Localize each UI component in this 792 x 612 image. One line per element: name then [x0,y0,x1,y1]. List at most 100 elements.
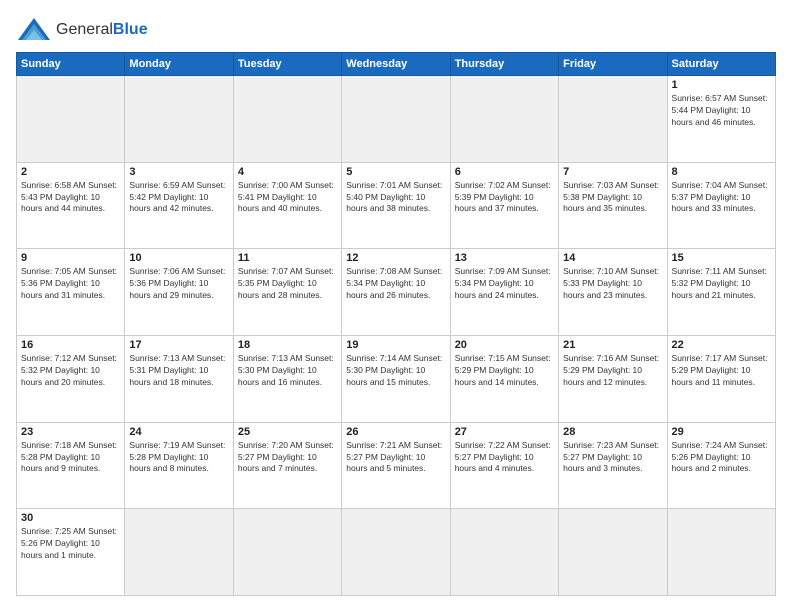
week-row: 30 Sunrise: 7:25 AM Sunset: 5:26 PM Dayli… [17,509,776,596]
calendar-cell [342,509,450,596]
day-number: 12 [346,252,445,264]
header-wednesday: Wednesday [342,53,450,76]
day-info: Sunrise: 6:59 AM Sunset: 5:42 PM Dayligh… [129,180,228,216]
week-row: 9Sunrise: 7:05 AM Sunset: 5:36 PM Daylig… [17,249,776,336]
calendar-cell: 22Sunrise: 7:17 AM Sunset: 5:29 PM Dayli… [667,335,775,422]
logo: GeneralBlue [16,16,148,44]
week-row: 2 Sunrise: 6:58 AM Sunset: 5:43 PM Daylig… [17,162,776,249]
calendar-cell: 15Sunrise: 7:11 AM Sunset: 5:32 PM Dayli… [667,249,775,336]
header-sunday: Sunday [17,53,125,76]
calendar-cell: 10Sunrise: 7:06 AM Sunset: 5:36 PM Dayli… [125,249,233,336]
day-number: 28 [563,426,662,438]
calendar: Sunday Monday Tuesday Wednesday Thursday… [16,52,776,596]
day-info: Sunrise: 7:08 AM Sunset: 5:34 PM Dayligh… [346,266,445,302]
day-number: 8 [672,166,771,178]
header-thursday: Thursday [450,53,558,76]
calendar-cell [342,76,450,163]
calendar-cell: 11Sunrise: 7:07 AM Sunset: 5:35 PM Dayli… [233,249,341,336]
calendar-cell: 17 Sunrise: 7:13 AM Sunset: 5:31 PM Dayli… [125,335,233,422]
day-info: Sunrise: 7:23 AM Sunset: 5:27 PM Dayligh… [563,440,662,476]
day-info: Sunrise: 7:22 AM Sunset: 5:27 PM Dayligh… [455,440,554,476]
calendar-cell: 28 Sunrise: 7:23 AM Sunset: 5:27 PM Dayli… [559,422,667,509]
day-info: Sunrise: 7:12 AM Sunset: 5:32 PM Dayligh… [21,353,120,389]
day-info: Sunrise: 7:25 AM Sunset: 5:26 PM Dayligh… [21,526,120,562]
calendar-cell: 12 Sunrise: 7:08 AM Sunset: 5:34 PM Dayli… [342,249,450,336]
calendar-cell: 6Sunrise: 7:02 AM Sunset: 5:39 PM Daylig… [450,162,558,249]
page: GeneralBlue Sunday Monday Tuesday Wednes… [0,0,792,612]
day-number: 4 [238,166,337,178]
day-info: Sunrise: 7:00 AM Sunset: 5:41 PM Dayligh… [238,180,337,216]
calendar-cell: 18 Sunrise: 7:13 AM Sunset: 5:30 PM Dayli… [233,335,341,422]
calendar-cell: 2 Sunrise: 6:58 AM Sunset: 5:43 PM Daylig… [17,162,125,249]
header-friday: Friday [559,53,667,76]
calendar-cell: 14 Sunrise: 7:10 AM Sunset: 5:33 PM Dayli… [559,249,667,336]
calendar-cell: 5 Sunrise: 7:01 AM Sunset: 5:40 PM Daylig… [342,162,450,249]
day-number: 26 [346,426,445,438]
day-info: Sunrise: 7:16 AM Sunset: 5:29 PM Dayligh… [563,353,662,389]
calendar-cell [125,76,233,163]
day-info: Sunrise: 7:01 AM Sunset: 5:40 PM Dayligh… [346,180,445,216]
day-info: Sunrise: 7:13 AM Sunset: 5:30 PM Dayligh… [238,353,337,389]
day-number: 25 [238,426,337,438]
calendar-cell: 29Sunrise: 7:24 AM Sunset: 5:26 PM Dayli… [667,422,775,509]
day-info: Sunrise: 7:14 AM Sunset: 5:30 PM Dayligh… [346,353,445,389]
calendar-cell: 1 Sunrise: 6:57 AM Sunset: 5:44 PM Daylig… [667,76,775,163]
calendar-cell: 24 Sunrise: 7:19 AM Sunset: 5:28 PM Dayli… [125,422,233,509]
calendar-cell [667,509,775,596]
day-number: 15 [672,252,771,264]
calendar-cell: 9Sunrise: 7:05 AM Sunset: 5:36 PM Daylig… [17,249,125,336]
header: GeneralBlue [16,16,776,44]
day-info: Sunrise: 7:20 AM Sunset: 5:27 PM Dayligh… [238,440,337,476]
day-info: Sunrise: 7:02 AM Sunset: 5:39 PM Dayligh… [455,180,554,216]
header-saturday: Saturday [667,53,775,76]
day-number: 16 [21,339,120,351]
day-info: Sunrise: 7:19 AM Sunset: 5:28 PM Dayligh… [129,440,228,476]
day-info: Sunrise: 6:58 AM Sunset: 5:43 PM Dayligh… [21,180,120,216]
calendar-cell [233,76,341,163]
calendar-cell: 16 Sunrise: 7:12 AM Sunset: 5:32 PM Dayli… [17,335,125,422]
day-info: Sunrise: 7:15 AM Sunset: 5:29 PM Dayligh… [455,353,554,389]
day-number: 3 [129,166,228,178]
day-info: Sunrise: 7:04 AM Sunset: 5:37 PM Dayligh… [672,180,771,216]
header-tuesday: Tuesday [233,53,341,76]
day-number: 11 [238,252,337,264]
day-info: Sunrise: 7:09 AM Sunset: 5:34 PM Dayligh… [455,266,554,302]
day-info: Sunrise: 7:13 AM Sunset: 5:31 PM Dayligh… [129,353,228,389]
day-number: 30 [21,512,120,524]
day-number: 5 [346,166,445,178]
day-number: 22 [672,339,771,351]
day-number: 2 [21,166,120,178]
calendar-cell [233,509,341,596]
calendar-cell [125,509,233,596]
day-number: 24 [129,426,228,438]
day-number: 23 [21,426,120,438]
day-number: 17 [129,339,228,351]
week-row: 23Sunrise: 7:18 AM Sunset: 5:28 PM Dayli… [17,422,776,509]
calendar-cell: 4 Sunrise: 7:00 AM Sunset: 5:41 PM Daylig… [233,162,341,249]
day-info: Sunrise: 6:57 AM Sunset: 5:44 PM Dayligh… [672,93,771,129]
day-info: Sunrise: 7:10 AM Sunset: 5:33 PM Dayligh… [563,266,662,302]
calendar-cell: 20Sunrise: 7:15 AM Sunset: 5:29 PM Dayli… [450,335,558,422]
calendar-cell: 30 Sunrise: 7:25 AM Sunset: 5:26 PM Dayli… [17,509,125,596]
day-number: 18 [238,339,337,351]
day-number: 14 [563,252,662,264]
calendar-cell: 27Sunrise: 7:22 AM Sunset: 5:27 PM Dayli… [450,422,558,509]
day-info: Sunrise: 7:21 AM Sunset: 5:27 PM Dayligh… [346,440,445,476]
header-monday: Monday [125,53,233,76]
calendar-cell: 26 Sunrise: 7:21 AM Sunset: 5:27 PM Dayli… [342,422,450,509]
logo-text: GeneralBlue [56,21,148,39]
day-number: 1 [672,79,771,91]
calendar-cell [559,76,667,163]
calendar-cell: 19 Sunrise: 7:14 AM Sunset: 5:30 PM Dayli… [342,335,450,422]
day-number: 19 [346,339,445,351]
day-number: 21 [563,339,662,351]
calendar-cell [450,76,558,163]
calendar-cell: 25 Sunrise: 7:20 AM Sunset: 5:27 PM Dayli… [233,422,341,509]
calendar-cell [17,76,125,163]
calendar-cell: 8 Sunrise: 7:04 AM Sunset: 5:37 PM Daylig… [667,162,775,249]
day-number: 10 [129,252,228,264]
calendar-cell: 21 Sunrise: 7:16 AM Sunset: 5:29 PM Dayli… [559,335,667,422]
day-info: Sunrise: 7:24 AM Sunset: 5:26 PM Dayligh… [672,440,771,476]
day-number: 9 [21,252,120,264]
calendar-cell: 13Sunrise: 7:09 AM Sunset: 5:34 PM Dayli… [450,249,558,336]
